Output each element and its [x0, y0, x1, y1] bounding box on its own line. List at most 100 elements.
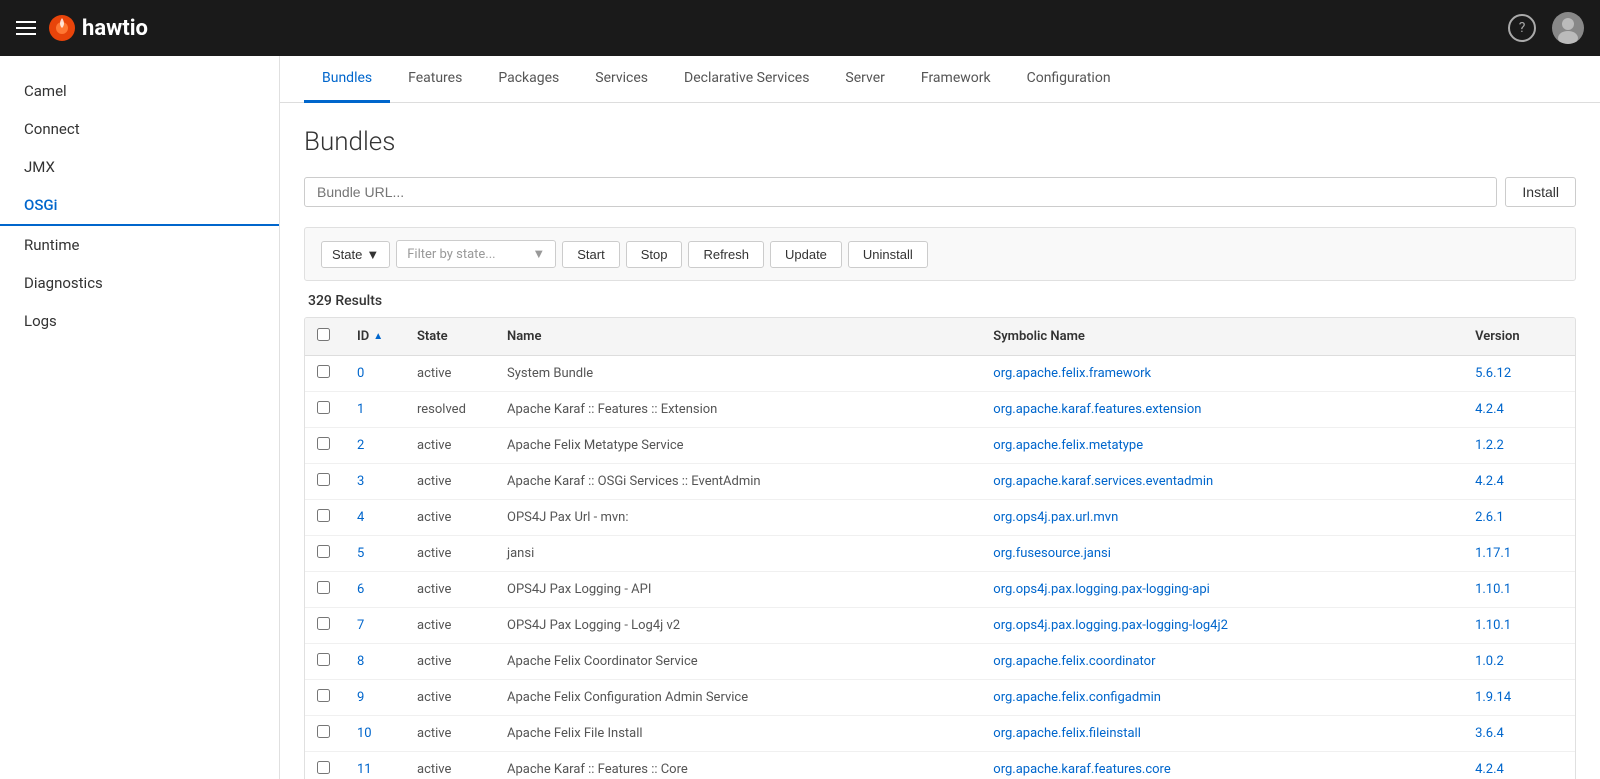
bundle-state-cell: active	[405, 752, 495, 779]
table-row: 5 active jansi org.fusesource.jansi 1.17…	[305, 536, 1575, 572]
logo: hawtio	[48, 14, 148, 42]
row-checkbox-cell	[305, 356, 345, 392]
bundle-id-link[interactable]: 10	[357, 726, 372, 741]
tab-configuration[interactable]: Configuration	[1009, 56, 1129, 103]
bundle-url-input[interactable]	[304, 177, 1497, 207]
sidebar-item-jmx[interactable]: JMX	[0, 148, 279, 186]
bundle-id-link[interactable]: 11	[357, 762, 372, 777]
bundle-id-link[interactable]: 1	[357, 402, 364, 417]
table-body: 0 active System Bundle org.apache.felix.…	[305, 356, 1575, 779]
bundle-state-cell: resolved	[405, 392, 495, 428]
top-nav-right: ?	[1508, 12, 1584, 44]
bundle-symbolic-link[interactable]: org.ops4j.pax.logging.pax-logging-log4j2	[993, 618, 1228, 633]
tab-packages[interactable]: Packages	[480, 56, 577, 103]
bundle-symbolic-link[interactable]: org.ops4j.pax.logging.pax-logging-api	[993, 582, 1210, 597]
row-checkbox[interactable]	[317, 473, 330, 486]
table-row: 9 active Apache Felix Configuration Admi…	[305, 680, 1575, 716]
table-row: 10 active Apache Felix File Install org.…	[305, 716, 1575, 752]
bundle-name-cell: Apache Felix Coordinator Service	[495, 644, 981, 680]
row-checkbox[interactable]	[317, 689, 330, 702]
bundle-state-cell: active	[405, 464, 495, 500]
bundle-id-cell: 6	[345, 572, 405, 608]
row-checkbox[interactable]	[317, 401, 330, 414]
tab-declarative-services[interactable]: Declarative Services	[666, 56, 827, 103]
help-icon[interactable]: ?	[1508, 14, 1536, 42]
start-button[interactable]: Start	[562, 241, 619, 268]
hamburger-menu[interactable]	[16, 21, 36, 35]
bundle-state-cell: active	[405, 536, 495, 572]
update-button[interactable]: Update	[770, 241, 842, 268]
content-area: Bundles Features Packages Services Decla…	[280, 56, 1600, 779]
tab-features[interactable]: Features	[390, 56, 480, 103]
bundle-id-link[interactable]: 8	[357, 654, 364, 669]
tab-framework[interactable]: Framework	[903, 56, 1009, 103]
bundle-symbolic-name-cell: org.ops4j.pax.logging.pax-logging-api	[981, 572, 1463, 608]
tab-services[interactable]: Services	[577, 56, 666, 103]
bundle-symbolic-link[interactable]: org.apache.felix.metatype	[993, 438, 1143, 453]
bundle-symbolic-link[interactable]: org.apache.karaf.features.extension	[993, 402, 1201, 417]
bundle-state-cell: active	[405, 608, 495, 644]
uninstall-button[interactable]: Uninstall	[848, 241, 928, 268]
bundle-name-cell: jansi	[495, 536, 981, 572]
bundle-id-link[interactable]: 5	[357, 546, 364, 561]
bundle-symbolic-link[interactable]: org.apache.felix.fileinstall	[993, 726, 1141, 741]
tab-server[interactable]: Server	[827, 56, 902, 103]
bundle-symbolic-link[interactable]: org.apache.felix.coordinator	[993, 654, 1155, 669]
bundle-state-cell: active	[405, 572, 495, 608]
sidebar-item-diagnostics[interactable]: Diagnostics	[0, 264, 279, 302]
bundle-id-link[interactable]: 9	[357, 690, 364, 705]
row-checkbox[interactable]	[317, 653, 330, 666]
bundle-symbolic-name-cell: org.fusesource.jansi	[981, 536, 1463, 572]
bundle-name-cell: System Bundle	[495, 356, 981, 392]
bundle-id-link[interactable]: 2	[357, 438, 364, 453]
bundles-table: ID ▲ State Name Symbolic Name Version	[305, 318, 1575, 779]
table-row: 1 resolved Apache Karaf :: Features :: E…	[305, 392, 1575, 428]
stop-button[interactable]: Stop	[626, 241, 683, 268]
bundle-name-cell: Apache Karaf :: Features :: Core	[495, 752, 981, 779]
bundle-symbolic-name-cell: org.apache.karaf.features.extension	[981, 392, 1463, 428]
select-all-checkbox[interactable]	[317, 328, 330, 341]
user-avatar[interactable]	[1552, 12, 1584, 44]
install-button[interactable]: Install	[1505, 177, 1576, 207]
bundle-state-cell: active	[405, 680, 495, 716]
bundle-id-link[interactable]: 6	[357, 582, 364, 597]
bundle-symbolic-name-cell: org.apache.felix.configadmin	[981, 680, 1463, 716]
th-id[interactable]: ID ▲	[345, 318, 405, 356]
bundle-symbolic-link[interactable]: org.fusesource.jansi	[993, 546, 1111, 561]
row-checkbox-cell	[305, 536, 345, 572]
bundle-symbolic-link[interactable]: org.apache.karaf.services.eventadmin	[993, 474, 1213, 489]
bundle-symbolic-link[interactable]: org.apache.felix.configadmin	[993, 690, 1161, 705]
sidebar-item-runtime[interactable]: Runtime	[0, 226, 279, 264]
table-row: 7 active OPS4J Pax Logging - Log4j v2 or…	[305, 608, 1575, 644]
row-checkbox[interactable]	[317, 509, 330, 522]
sidebar-item-connect[interactable]: Connect	[0, 110, 279, 148]
bundle-symbolic-link[interactable]: org.ops4j.pax.url.mvn	[993, 510, 1118, 525]
tab-bundles[interactable]: Bundles	[304, 56, 390, 103]
bundle-id-cell: 0	[345, 356, 405, 392]
state-dropdown-button[interactable]: State ▼	[321, 241, 390, 268]
row-checkbox[interactable]	[317, 365, 330, 378]
row-checkbox[interactable]	[317, 545, 330, 558]
row-checkbox[interactable]	[317, 761, 330, 774]
refresh-button[interactable]: Refresh	[688, 241, 764, 268]
sidebar-item-logs[interactable]: Logs	[0, 302, 279, 340]
filter-by-state-select[interactable]: Filter by state... ▼	[396, 240, 556, 268]
row-checkbox[interactable]	[317, 581, 330, 594]
bundle-state-cell: active	[405, 500, 495, 536]
bundle-id-link[interactable]: 3	[357, 474, 364, 489]
sidebar-item-camel[interactable]: Camel	[0, 72, 279, 110]
bundle-symbolic-link[interactable]: org.apache.karaf.features.core	[993, 762, 1170, 777]
sidebar-item-osgi[interactable]: OSGi	[0, 186, 279, 226]
bundle-symbolic-link[interactable]: org.apache.felix.framework	[993, 366, 1151, 381]
bundle-version-cell: 1.10.1	[1463, 608, 1575, 644]
row-checkbox-cell	[305, 644, 345, 680]
bundle-id-link[interactable]: 0	[357, 366, 364, 381]
row-checkbox[interactable]	[317, 617, 330, 630]
bundle-id-link[interactable]: 4	[357, 510, 364, 525]
bundle-id-link[interactable]: 7	[357, 618, 364, 633]
table-header-row: ID ▲ State Name Symbolic Name Version	[305, 318, 1575, 356]
row-checkbox[interactable]	[317, 725, 330, 738]
bundle-symbolic-name-cell: org.ops4j.pax.logging.pax-logging-log4j2	[981, 608, 1463, 644]
page-title: Bundles	[304, 127, 1576, 157]
row-checkbox[interactable]	[317, 437, 330, 450]
